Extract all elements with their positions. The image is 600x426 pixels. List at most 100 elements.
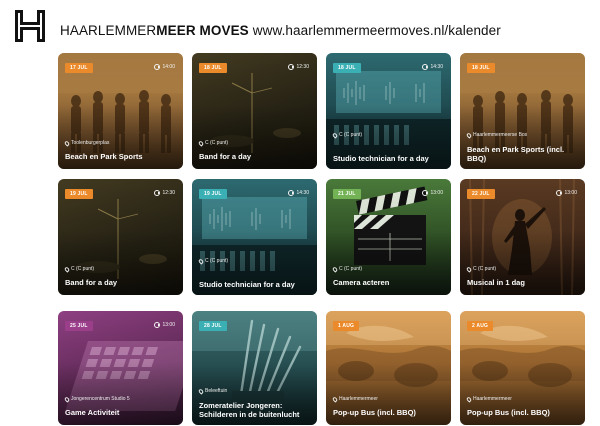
event-location: Haarlemmermeerse Bos: [465, 131, 528, 139]
event-location: C (C punt): [331, 265, 363, 273]
event-location: C (C punt): [63, 265, 95, 273]
event-time: 14:30: [288, 190, 309, 196]
h-logo-icon[interactable]: [12, 8, 48, 44]
clock-icon: [154, 190, 161, 196]
location-label: Jongerencentrum Studio 5: [71, 396, 130, 402]
time-label: 12:30: [162, 190, 175, 196]
event-title: Camera acteren: [333, 278, 390, 287]
date-badge: 19 JUL: [65, 189, 93, 199]
time-label: 12:30: [296, 64, 309, 70]
time-label: 14:00: [162, 64, 175, 70]
event-location: C (C punt): [465, 265, 497, 273]
event-location: C (C punt): [331, 131, 363, 139]
event-location: C (C punt): [197, 257, 229, 265]
location-label: Haarlemmermeerse Bos: [473, 132, 528, 138]
location-label: Toolenburgerplas: [71, 140, 110, 146]
event-card[interactable]: 19 JUL 12:30 C (C punt) Band for a day: [58, 179, 183, 295]
location-pin-icon: [197, 387, 205, 395]
event-time: 13:00: [556, 190, 577, 196]
location-pin-icon: [465, 395, 473, 403]
date-badge: 25 JUL: [65, 321, 93, 331]
location-label: C (C punt): [339, 266, 363, 272]
location-label: Haarlemmermeer: [339, 396, 378, 402]
date-badge: 18 JUL: [199, 63, 227, 73]
event-card[interactable]: 28 JUL Beleeftuin Zomeratelier Jongeren: S…: [192, 311, 317, 425]
clock-icon: [154, 64, 161, 70]
event-title: Beach en Park Sports: [65, 152, 143, 161]
brand-light: HAARLEMMER: [60, 22, 157, 38]
location-pin-icon: [465, 131, 473, 139]
event-time: 14:00: [154, 64, 175, 70]
time-label: 14:30: [296, 190, 309, 196]
location-pin-icon: [63, 265, 71, 273]
clock-icon: [556, 190, 563, 196]
location-pin-icon: [465, 265, 473, 273]
event-card[interactable]: 18 JUL 14:30 C (C punt) Studio technician f…: [326, 53, 451, 169]
time-label: 13:00: [162, 322, 175, 328]
event-title: Studio technician for a day: [333, 154, 429, 163]
location-pin-icon: [63, 395, 71, 403]
clock-icon: [422, 190, 429, 196]
date-badge: 21 JUL: [333, 189, 361, 199]
location-label: C (C punt): [71, 266, 95, 272]
event-card[interactable]: 19 JUL 14:30 C (C punt) Studio technician f…: [192, 179, 317, 295]
event-title: Studio technician for a day: [199, 280, 295, 289]
event-title: Pop-up Bus (incl. BBQ): [333, 408, 416, 417]
time-label: 13:00: [430, 190, 443, 196]
event-location: Jongerencentrum Studio 5: [63, 395, 130, 403]
event-time: 14:30: [422, 64, 443, 70]
location-label: C (C punt): [339, 132, 363, 138]
event-card[interactable]: 21 JUL 13:00 C (C punt) Camera acteren: [326, 179, 451, 295]
event-time: 12:30: [154, 190, 175, 196]
event-card[interactable]: 1 AUG Haarlemmermeer Pop-up Bus (incl. BBQ…: [326, 311, 451, 425]
event-card[interactable]: 17 JUL 14:00 Toolenburgerplas Beach en Park…: [58, 53, 183, 169]
date-badge: 28 JUL: [199, 321, 227, 331]
brand-bold: MEER MOVES: [156, 22, 249, 38]
event-title: Beach en Park Sports (incl. BBQ): [467, 145, 565, 163]
event-card[interactable]: 18 JUL Haarlemmermeerse Bos Beach en Park …: [460, 53, 585, 169]
event-time: 13:00: [154, 322, 175, 328]
location-pin-icon: [331, 395, 339, 403]
event-location: Beleeftuin: [197, 387, 227, 395]
event-grid: 17 JUL 14:00 Toolenburgerplas Beach en Park…: [58, 53, 585, 425]
site-title: HAARLEMMERMEER MOVES www.haarlemmermeermo…: [60, 23, 501, 38]
event-card[interactable]: 18 JUL 12:30 C (C punt) Band for a day: [192, 53, 317, 169]
date-badge: 2 AUG: [467, 321, 494, 331]
time-label: 13:00: [564, 190, 577, 196]
date-badge: 17 JUL: [65, 63, 93, 73]
event-card[interactable]: 25 JUL 13:00 Jongerencentrum Studio 5 Game …: [58, 311, 183, 425]
location-label: Haarlemmermeer: [473, 396, 512, 402]
location-pin-icon: [331, 131, 339, 139]
event-location: Haarlemmermeer: [331, 395, 378, 403]
site-url[interactable]: www.haarlemmermeermoves.nl/kalender: [253, 23, 501, 38]
location-pin-icon: [63, 139, 71, 147]
event-title: Band for a day: [65, 278, 118, 287]
event-time: 12:30: [288, 64, 309, 70]
event-title: Zomeratelier Jongeren: Schilderen in de …: [199, 401, 300, 419]
date-badge: 22 JUL: [467, 189, 495, 199]
time-label: 14:30: [430, 64, 443, 70]
event-time: 13:00: [422, 190, 443, 196]
site-header: HAARLEMMERMEER MOVES www.haarlemmermeermo…: [12, 6, 501, 46]
clock-icon: [288, 190, 295, 196]
date-badge: 19 JUL: [199, 189, 227, 199]
event-location: Haarlemmermeer: [465, 395, 512, 403]
event-location: C (C punt): [197, 139, 229, 147]
location-label: C (C punt): [205, 140, 229, 146]
event-location: Toolenburgerplas: [63, 139, 110, 147]
location-label: C (C punt): [205, 258, 229, 264]
location-pin-icon: [331, 265, 339, 273]
date-badge: 1 AUG: [333, 321, 360, 331]
location-pin-icon: [197, 257, 205, 265]
clock-icon: [288, 64, 295, 70]
date-badge: 18 JUL: [467, 63, 495, 73]
event-card[interactable]: 22 JUL 13:00 C (C punt) Musical in 1 dag: [460, 179, 585, 295]
event-title: Pop-up Bus (incl. BBQ): [467, 408, 550, 417]
event-title: Game Activiteit: [65, 408, 120, 417]
event-title: Musical in 1 dag: [467, 278, 525, 287]
clock-icon: [422, 64, 429, 70]
location-pin-icon: [197, 139, 205, 147]
event-card[interactable]: 2 AUG Haarlemmermeer Pop-up Bus (incl. BBQ…: [460, 311, 585, 425]
clock-icon: [154, 322, 161, 328]
location-label: C (C punt): [473, 266, 497, 272]
